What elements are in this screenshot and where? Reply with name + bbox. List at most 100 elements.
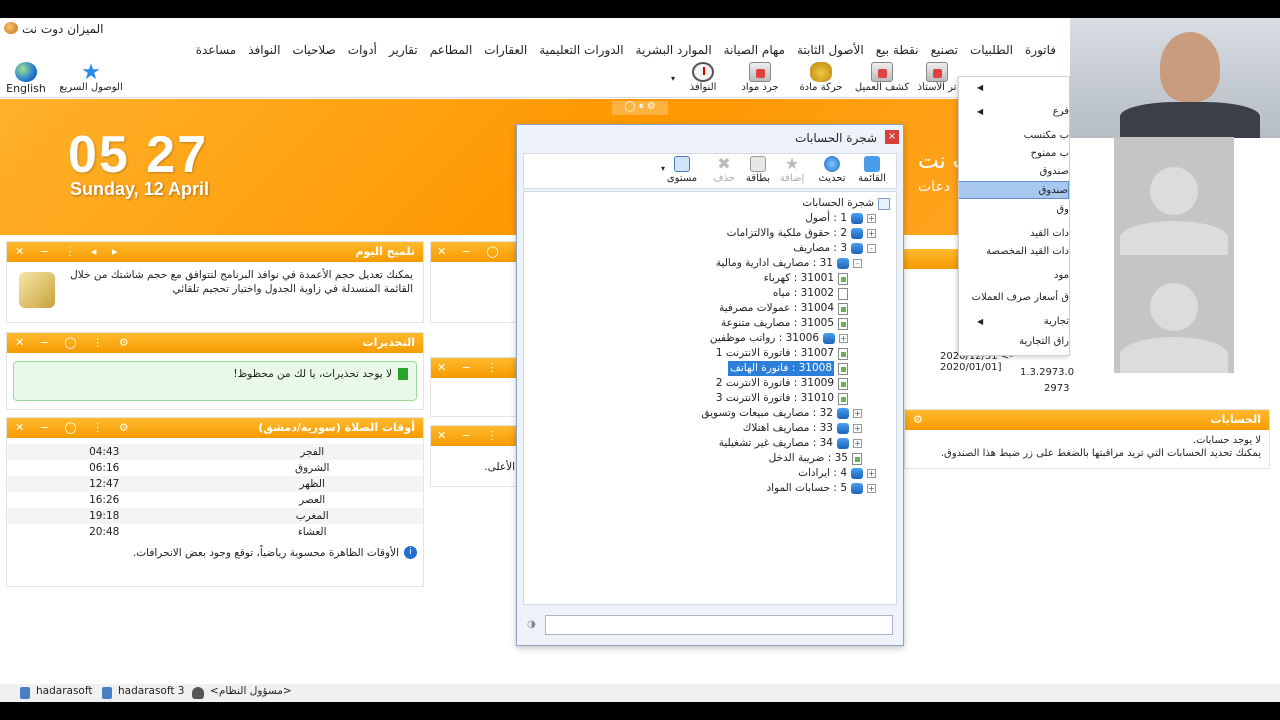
tree-node[interactable]: - 31 : مصاريف ادارية ومالية <box>716 256 862 271</box>
menu-maintenance[interactable]: مهام الصيانة <box>724 40 785 60</box>
menu-item[interactable]: ب ممنوح <box>959 145 1069 163</box>
menu-item[interactable]: صندوق <box>959 163 1069 181</box>
expand-icon[interactable]: + <box>867 229 876 238</box>
expand-icon[interactable]: + <box>853 439 862 448</box>
menu-windows[interactable]: النوافذ <box>248 40 280 60</box>
tree-node[interactable]: +31006 : رواتب موظفين <box>710 331 848 346</box>
expand-icon[interactable]: + <box>853 409 862 418</box>
tree-node[interactable]: +1 : أصول <box>805 211 876 226</box>
menu-item[interactable]: دات القيد <box>959 225 1069 243</box>
tree-node[interactable]: - 3 : مصاريف <box>793 241 876 256</box>
panel-controls[interactable]: ✕ − ⋮ ⚙ <box>437 426 521 466</box>
tree-node[interactable]: +2 : حقوق ملكية والالتزامات <box>727 226 876 241</box>
menu-item[interactable]: مود <box>959 267 1069 285</box>
menu-permissions[interactable]: صلاحيات <box>292 40 335 60</box>
windows-button[interactable]: النوافذ <box>684 60 722 98</box>
panel-controls[interactable]: ✕ − ⋮ ⚙ <box>437 358 521 398</box>
toolbar-dropdown-arrow[interactable]: ▾ <box>668 74 678 84</box>
prayer-panel-title: أوقات الصلاة (سورية/دمشق) <box>258 421 415 434</box>
list-button[interactable]: القائمة <box>854 156 890 184</box>
search-icon: ◑ <box>527 619 536 630</box>
menu-item[interactable]: راق التجارية <box>959 333 1069 351</box>
delete-button[interactable]: ✖ حذف <box>706 156 742 185</box>
submenu-arrow-icon: ◀ <box>977 83 984 92</box>
hero-mini-controls[interactable]: ◯ ⏸ ⚙ <box>612 101 668 115</box>
app-logo-icon <box>4 22 18 34</box>
tree-node[interactable]: 31008 : فاتورة الهاتف <box>727 361 848 376</box>
tree-node[interactable]: 31004 : عمولات مصرفية <box>719 301 848 316</box>
panel-controls[interactable]: ✕ − ◯ ⋮ ⚙ <box>15 333 135 353</box>
menu-item[interactable]: ◀ <box>959 79 1069 97</box>
refresh-button[interactable]: تحديث <box>814 156 850 184</box>
menu-fixed-assets[interactable]: الأصول الثابتة <box>797 40 864 60</box>
tree-node[interactable]: +4 : ايرادات <box>798 466 876 481</box>
expand-icon[interactable]: + <box>867 484 876 493</box>
menu-item[interactable]: ق أسعار صرف العملات <box>959 289 1069 307</box>
tree-node[interactable]: +5 : حسابات المواد <box>766 481 876 496</box>
menu-item[interactable]: دات القيد المخصصة <box>959 243 1069 261</box>
expand-icon[interactable]: + <box>867 469 876 478</box>
level-dropdown-arrow[interactable]: ▾ <box>658 164 668 173</box>
globe-icon <box>15 62 37 82</box>
tree-node[interactable]: 31001 : كهرباء <box>764 271 848 286</box>
tree-node[interactable]: 31002 : مياه <box>773 286 848 301</box>
menu-item[interactable]: صندوق <box>959 181 1069 199</box>
card-button[interactable]: بطاقة <box>740 156 776 184</box>
inventory-button[interactable]: جرد مواد <box>738 60 782 98</box>
menu-orders[interactable]: الطلبيات <box>970 40 1013 60</box>
menu-manufacturing[interactable]: تصنيع <box>931 40 958 60</box>
expand-icon[interactable]: + <box>853 424 862 433</box>
menu-restaurants[interactable]: المطاعم <box>430 40 473 60</box>
dialog-title-bar[interactable]: شجرة الحسابات × <box>517 125 903 151</box>
submenu-arrow-icon: ◀ <box>977 107 984 116</box>
menu-bar: فاتورة الطلبيات تصنيع نقطة بيع الأصول ال… <box>0 40 1070 60</box>
collapse-icon[interactable]: - <box>853 259 862 268</box>
tree-node[interactable]: 35 : ضريبة الدخل <box>769 451 862 466</box>
menu-item[interactable]: تجارية ◀ <box>959 313 1069 331</box>
english-button[interactable]: English <box>6 60 46 98</box>
menu-item[interactable]: فرع ◀ <box>959 103 1069 121</box>
item-movement-button[interactable]: حركة مادة <box>796 60 846 98</box>
tree-node[interactable]: +34 : مصاريف غير تشغيلية <box>719 436 862 451</box>
customer-statement-button[interactable]: كشف العميل <box>852 60 912 98</box>
tree-node[interactable]: 31005 : مصاريف متنوعة <box>721 316 848 331</box>
panel-controls[interactable]: ✕ − ◯ ⋮ ⚙ <box>15 418 135 438</box>
search-input[interactable] <box>545 615 893 635</box>
menu-real-estate[interactable]: العقارات <box>484 40 527 60</box>
prayer-time: 06:16 <box>89 462 120 474</box>
add-button[interactable]: ★ إضافة <box>774 156 810 185</box>
menu-hr[interactable]: الموارد البشرية <box>636 40 712 60</box>
close-icon[interactable]: × <box>885 130 899 144</box>
tree-node-label: 2 : حقوق ملكية والالتزامات <box>726 227 847 239</box>
tree-node[interactable]: 31009 : فاتورة الانترنت 2 <box>716 376 848 391</box>
tree-node[interactable]: 31010 : فاتورة الانترنت 3 <box>716 391 848 406</box>
tree-node-label: 31006 : رواتب موظفين <box>709 332 819 344</box>
menu-pos[interactable]: نقطة بيع <box>876 40 919 60</box>
tree-node[interactable]: 31007 : فاتورة الانترنت 1 <box>716 346 848 361</box>
menu-help[interactable]: مساعدة <box>196 40 237 60</box>
expand-icon[interactable]: + <box>867 214 876 223</box>
quick-access-button[interactable]: ★ الوصول السريع <box>58 60 124 98</box>
tree-node-label: 3 : مصاريف <box>793 242 847 254</box>
menu-item[interactable]: ب مكتسب <box>959 127 1069 145</box>
menu-invoice[interactable]: فاتورة <box>1025 40 1056 60</box>
panel-controls[interactable]: ✕ − ◯ ⋮ <box>437 242 521 282</box>
ledger-button[interactable]: تر الأستاذ <box>914 60 960 98</box>
menu-reports[interactable]: تقارير <box>389 40 418 60</box>
account-leaf-icon <box>838 317 848 330</box>
panel-controls[interactable]: ✕ − ⋮ ◂ ▸ <box>15 242 123 262</box>
tree-node[interactable]: +33 : مصاريف اهتلاك <box>743 421 862 436</box>
tree-node[interactable]: +32 : مصاريف مبيعات وتسويق <box>701 406 862 421</box>
collapse-icon[interactable]: - <box>867 244 876 253</box>
menu-tools[interactable]: أدوات <box>348 40 377 60</box>
menu-courses[interactable]: الدورات التعليمية <box>539 40 623 60</box>
info-build: 2973 <box>1044 383 1070 394</box>
level-button[interactable]: مستوى <box>664 156 700 184</box>
item-movement-label: حركة مادة <box>799 82 843 93</box>
menu-item[interactable]: وق <box>959 201 1069 219</box>
tree-root[interactable]: شجرة الحسابات <box>802 196 890 211</box>
account-group-icon <box>851 483 863 494</box>
panel-controls[interactable]: ⚙ <box>913 410 929 430</box>
table-row: 19:18 المغرب <box>7 508 423 524</box>
expand-icon[interactable]: + <box>839 334 848 343</box>
